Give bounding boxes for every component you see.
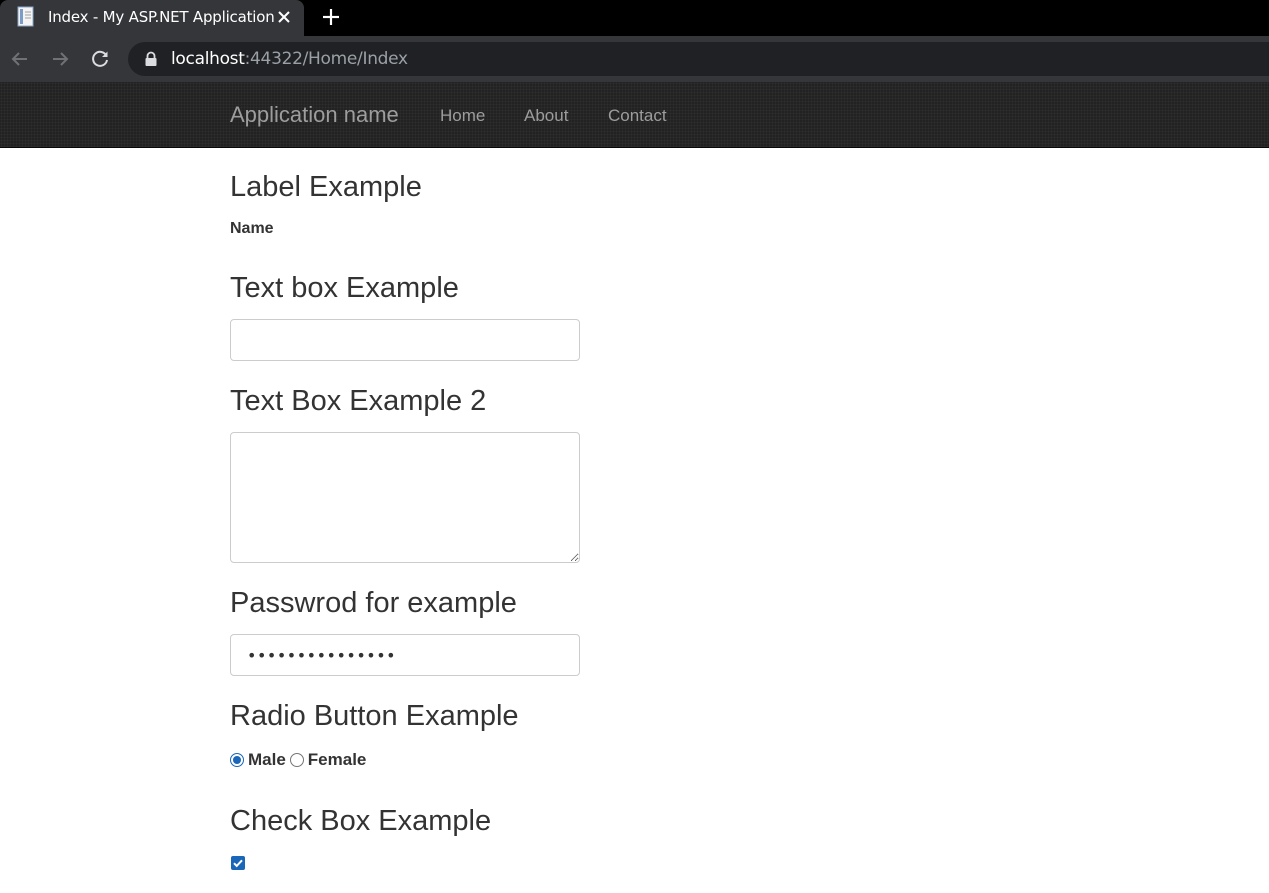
browser-toolbar: localhost:44322/Home/Index (0, 36, 1269, 82)
text-area-input[interactable] (230, 432, 580, 563)
radio-example-heading: Radio Button Example (230, 700, 519, 732)
address-bar[interactable]: localhost:44322/Home/Index (128, 42, 1269, 76)
url-text[interactable]: localhost:44322/Home/Index (171, 49, 408, 69)
name-label: Name (230, 220, 274, 237)
nav-link-about[interactable]: About (524, 106, 568, 126)
nav-link-contact[interactable]: Contact (608, 106, 667, 126)
radio-female[interactable] (289, 753, 304, 767)
browser-tabstrip: Index - My ASP.NET Application (0, 0, 1269, 36)
password-mask: ••••••••••••••• (247, 646, 397, 665)
password-example-heading: Passwrod for example (230, 587, 517, 619)
reload-icon[interactable] (88, 47, 112, 71)
site-navbar: Application name Home About Contact (0, 82, 1269, 148)
radio-female-label[interactable]: Female (308, 750, 367, 770)
password-input[interactable]: ••••••••••••••• (230, 634, 580, 676)
example-checkbox[interactable] (231, 856, 245, 870)
forward-icon[interactable] (48, 47, 72, 71)
radio-male-label[interactable]: Male (248, 750, 286, 770)
brand-link[interactable]: Application name (230, 102, 399, 128)
close-icon[interactable] (275, 8, 293, 26)
text-box-input[interactable] (230, 319, 580, 361)
favicon-icon (17, 6, 34, 27)
plus-icon[interactable] (320, 6, 342, 28)
browser-tab[interactable]: Index - My ASP.NET Application (0, 0, 304, 36)
checkbox-example-heading: Check Box Example (230, 805, 492, 837)
textbox-example-2-heading: Text Box Example 2 (230, 385, 487, 417)
back-icon[interactable] (8, 47, 32, 71)
url-host: localhost (171, 49, 245, 69)
textbox-example-heading: Text box Example (230, 272, 459, 304)
radio-group: Male Female (230, 750, 370, 772)
nav-link-home[interactable]: Home (440, 106, 485, 126)
radio-male[interactable] (230, 753, 244, 767)
lock-icon (145, 51, 157, 66)
label-example-heading: Label Example (230, 171, 422, 203)
tab-title: Index - My ASP.NET Application (48, 8, 275, 26)
url-path: :44322/Home/Index (244, 49, 408, 69)
